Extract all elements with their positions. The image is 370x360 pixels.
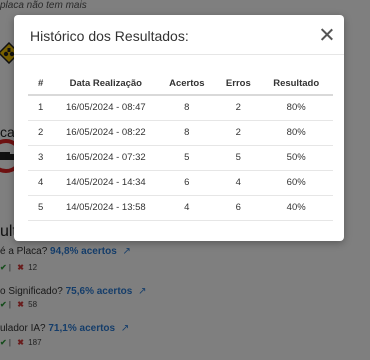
table-row: 4 14/05/2024 - 14:34 6 4 60%	[28, 170, 333, 196]
cell-date: 16/05/2024 - 08:47	[55, 95, 157, 121]
results-table: # Data Realização Acertos Erros Resultad…	[28, 73, 333, 221]
cell-correct: 8	[156, 95, 218, 121]
column-header-index: #	[28, 73, 56, 96]
table-row: 1 16/05/2024 - 08:47 8 2 80%	[28, 95, 333, 121]
table-row: 5 14/05/2024 - 13:58 4 6 40%	[28, 195, 333, 221]
cell-correct: 4	[156, 195, 218, 221]
cell-correct: 5	[156, 145, 218, 171]
modal-header: Histórico dos Resultados:	[14, 15, 344, 55]
cell-date: 14/05/2024 - 13:58	[55, 195, 157, 221]
cell-result: 50%	[259, 145, 333, 171]
table-row: 3 16/05/2024 - 07:32 5 5 50%	[28, 145, 333, 171]
close-icon[interactable]	[318, 26, 336, 44]
cell-date: 16/05/2024 - 07:32	[55, 145, 157, 171]
cell-errors: 6	[217, 195, 260, 221]
table-header-row: # Data Realização Acertos Erros Resultad…	[28, 73, 333, 96]
cell-errors: 2	[217, 95, 260, 121]
cell-date: 16/05/2024 - 08:22	[55, 120, 157, 146]
column-header-date: Data Realização	[55, 73, 157, 96]
cell-index: 5	[28, 195, 56, 221]
cell-index: 4	[28, 170, 56, 196]
cell-result: 40%	[259, 195, 333, 221]
column-header-errors: Erros	[217, 73, 260, 96]
cell-errors: 4	[217, 170, 260, 196]
results-history-modal: Histórico dos Resultados: # Data Realiza…	[14, 15, 344, 241]
cell-errors: 5	[217, 145, 260, 171]
cell-result: 60%	[259, 170, 333, 196]
cell-correct: 8	[156, 120, 218, 146]
cell-index: 1	[28, 95, 56, 121]
modal-title: Histórico dos Resultados:	[30, 28, 189, 44]
cell-result: 80%	[259, 120, 333, 146]
cell-index: 2	[28, 120, 56, 146]
column-header-correct: Acertos	[156, 73, 218, 96]
table-row: 2 16/05/2024 - 08:22 8 2 80%	[28, 120, 333, 146]
cell-result: 80%	[259, 95, 333, 121]
cell-errors: 2	[217, 120, 260, 146]
cell-date: 14/05/2024 - 14:34	[55, 170, 157, 196]
cell-correct: 6	[156, 170, 218, 196]
cell-index: 3	[28, 145, 56, 171]
column-header-result: Resultado	[259, 73, 333, 96]
